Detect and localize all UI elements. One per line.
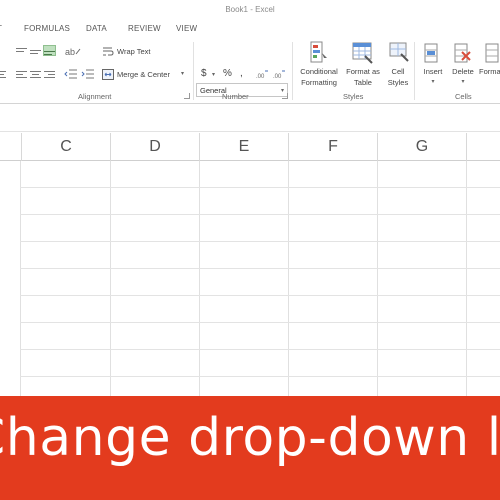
ribbon: ab Wrap Text Merge & Center ▾ Alignment …	[0, 38, 500, 104]
tab-partial[interactable]: T	[0, 24, 2, 33]
alignment-dialog-launcher-icon[interactable]	[184, 93, 190, 99]
grid-line	[20, 295, 500, 296]
column-headers: C D E F G	[0, 133, 500, 161]
conditional-formatting-icon	[310, 41, 327, 63]
insert-cells-icon	[424, 43, 438, 63]
tab-review[interactable]: REVIEW	[128, 24, 161, 33]
cell-styles-icon	[389, 42, 409, 62]
ribbon-divider	[193, 42, 194, 100]
format-as-table-label-line2[interactable]: Table	[343, 78, 383, 87]
caption-banner: Change drop-down list	[0, 396, 500, 500]
grid-line	[20, 268, 500, 269]
conditional-formatting-label-line2[interactable]: Formatting	[293, 78, 345, 87]
tab-formulas[interactable]: FORMULAS	[24, 24, 70, 33]
title-bar: Book1 - Excel	[0, 0, 500, 20]
caption-text: Change drop-down list	[0, 408, 500, 468]
align-center-icon[interactable]	[30, 70, 41, 79]
top-align-icon[interactable]	[16, 47, 27, 56]
svg-text:.00: .00	[256, 74, 265, 80]
middle-align-icon[interactable]	[30, 47, 41, 56]
merge-center-icon	[102, 69, 114, 80]
grid-line	[110, 161, 111, 397]
cell-styles-button[interactable]: Cell	[383, 67, 413, 76]
grid-line	[20, 214, 500, 215]
conditional-formatting-button[interactable]: Conditional	[293, 67, 345, 76]
ribbon-tabs: T FORMULAS DATA REVIEW VIEW	[0, 20, 500, 38]
percent-button[interactable]: %	[223, 68, 232, 79]
number-dialog-launcher-icon[interactable]	[282, 93, 288, 99]
format-cells-icon	[485, 43, 499, 63]
insert-button[interactable]: Insert	[418, 67, 448, 76]
grid-line	[20, 322, 500, 323]
increase-decimal-icon[interactable]: .00	[256, 69, 270, 80]
worksheet-grid[interactable]	[0, 161, 500, 397]
grid-line	[20, 161, 21, 397]
column-header-partial[interactable]	[0, 133, 22, 161]
currency-chevron-icon[interactable]: ▾	[212, 71, 215, 78]
format-button[interactable]: Forma	[479, 67, 500, 76]
ribbon-divider	[414, 42, 415, 100]
column-header-next-partial[interactable]	[467, 133, 500, 161]
grid-line	[466, 161, 467, 397]
column-header-d[interactable]: D	[111, 133, 200, 161]
comma-style-button[interactable]: ,	[240, 68, 243, 79]
svg-text:ab: ab	[65, 47, 75, 57]
styles-group-label: Styles	[343, 92, 364, 101]
delete-button[interactable]: Delete	[448, 67, 478, 76]
decrease-indent-icon[interactable]	[64, 69, 78, 80]
align-right-icon[interactable]	[44, 70, 55, 79]
orientation-icon[interactable]: ab	[64, 45, 82, 57]
grid-line	[199, 161, 200, 397]
grid-line	[20, 376, 500, 377]
currency-button[interactable]: $	[201, 68, 207, 79]
wrap-text-button[interactable]: Wrap Text	[117, 47, 151, 56]
increase-indent-icon[interactable]	[81, 69, 95, 80]
column-header-g[interactable]: G	[378, 133, 467, 161]
insert-chevron-icon[interactable]: ▾	[418, 78, 448, 85]
merge-center-button[interactable]: Merge & Center	[117, 70, 170, 79]
bottom-align-icon[interactable]	[43, 45, 56, 56]
grid-line	[20, 241, 500, 242]
align-right-partial-icon[interactable]	[0, 70, 9, 79]
cell-styles-label-line2[interactable]: Styles	[383, 78, 413, 87]
tab-view[interactable]: VIEW	[176, 24, 197, 33]
grid-line	[377, 161, 378, 397]
tab-data[interactable]: DATA	[86, 24, 107, 33]
wrap-text-icon	[103, 47, 114, 56]
merge-dropdown-chevron-icon[interactable]: ▾	[181, 70, 184, 77]
column-header-f[interactable]: F	[289, 133, 378, 161]
delete-cells-icon	[454, 43, 471, 63]
alignment-group-label: Alignment	[78, 92, 112, 101]
column-header-c[interactable]: C	[22, 133, 111, 161]
format-as-table-button[interactable]: Format as	[343, 67, 383, 76]
svg-text:.00: .00	[273, 74, 282, 80]
grid-line	[20, 187, 500, 188]
decrease-decimal-icon[interactable]: .00	[273, 69, 287, 80]
window-title: Book1 - Excel	[225, 5, 275, 14]
delete-chevron-icon[interactable]: ▾	[448, 78, 478, 85]
formula-bar[interactable]	[0, 104, 500, 132]
column-header-e[interactable]: E	[200, 133, 289, 161]
grid-line	[288, 161, 289, 397]
format-as-table-icon	[352, 42, 373, 64]
grid-line	[20, 349, 500, 350]
number-group-label: Number	[222, 92, 249, 101]
align-left-icon[interactable]	[16, 70, 27, 79]
cells-group-label: Cells	[455, 92, 472, 101]
